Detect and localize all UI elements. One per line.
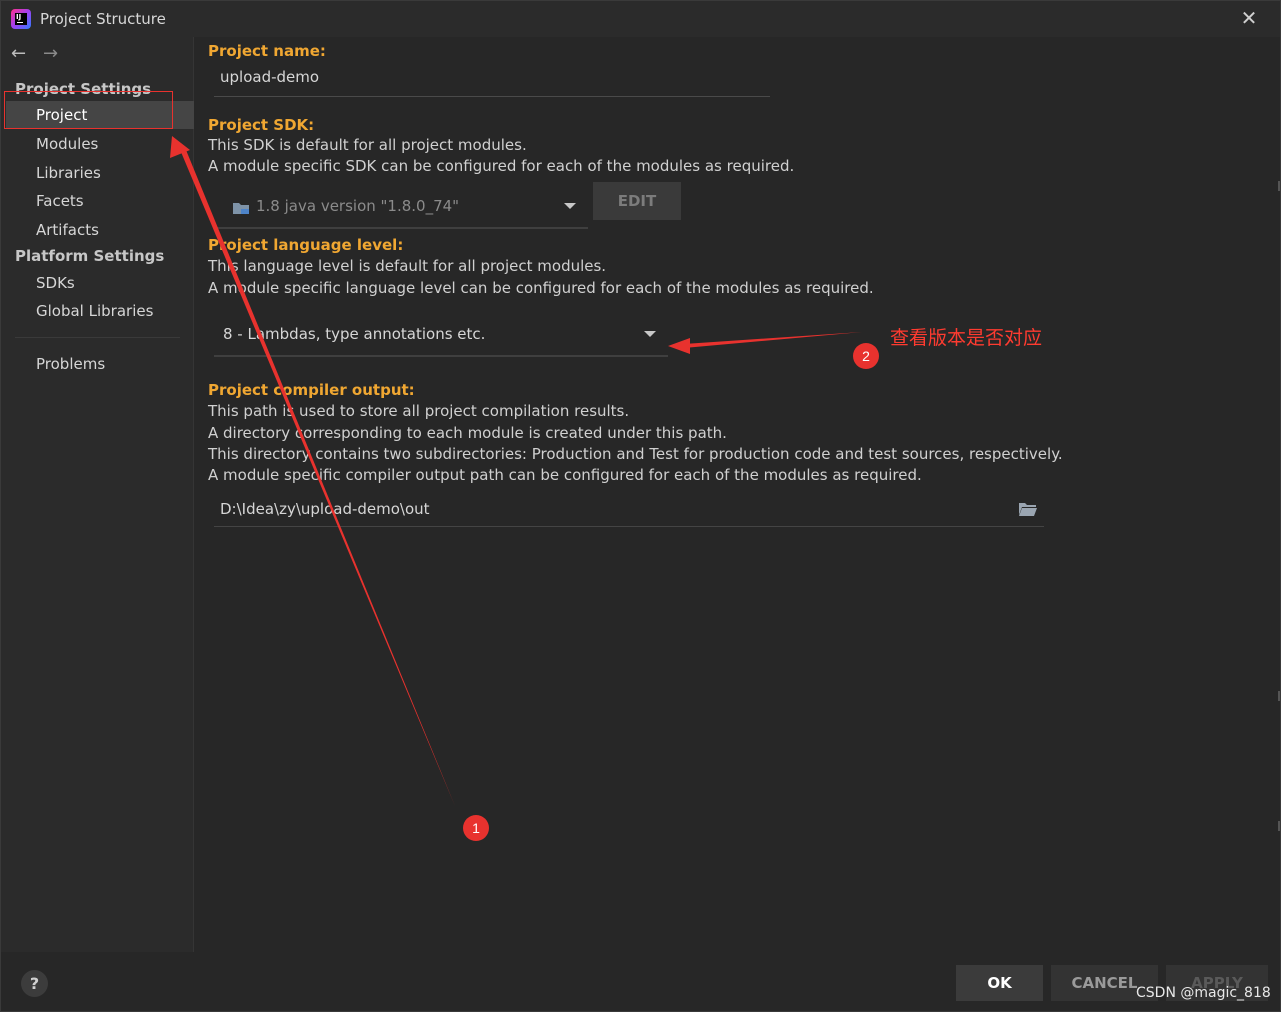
annotation-note: 查看版本是否对应	[890, 327, 1043, 349]
language-level-desc-1: This language level is default for all p…	[208, 257, 607, 275]
csdn-watermark: CSDN @magic_818	[1136, 985, 1271, 1001]
project-sdk-desc-1: This SDK is default for all project modu…	[208, 136, 527, 154]
forward-arrow-icon[interactable]: →	[43, 43, 65, 65]
sidebar-item-modules[interactable]: Modules	[6, 130, 194, 158]
chevron-down-icon	[644, 331, 656, 337]
ok-button[interactable]: OK	[956, 965, 1043, 1001]
language-level-value: 8 - Lambdas, type annotations etc.	[223, 325, 486, 343]
annotation-badge-2: 2	[853, 343, 879, 369]
project-sdk-desc-2: A module specific SDK can be configured …	[208, 157, 795, 175]
project-name-field[interactable]: upload-demo	[214, 61, 770, 97]
edit-sdk-button[interactable]: EDIT	[593, 182, 681, 220]
sidebar-item-facets[interactable]: Facets	[6, 187, 194, 215]
chevron-down-icon	[564, 203, 576, 209]
sdk-folder-icon	[233, 203, 249, 214]
sidebar-item-global-libraries[interactable]: Global Libraries	[6, 297, 194, 325]
language-level-desc-2: A module specific language level can be …	[208, 279, 874, 297]
compiler-output-desc-1: This path is used to store all project c…	[208, 402, 630, 420]
back-arrow-icon[interactable]: ←	[11, 43, 33, 65]
compiler-output-path-field[interactable]: D:\Idea\zy\upload-demo\out	[214, 493, 1044, 527]
project-settings-panel: Project name: upload-demo Project SDK: T…	[208, 37, 1268, 952]
annotation-badge-1: 1	[463, 815, 489, 841]
scroll-marker	[1278, 691, 1280, 701]
compiler-output-desc-3: This directory contains two subdirectori…	[208, 445, 1063, 463]
project-sdk-dropdown[interactable]: 1.8 java version "1.8.0_74"	[214, 185, 588, 229]
sidebar: ← → Project Settings Project Modules Lib…	[1, 37, 194, 952]
annotation-highlight-box	[4, 91, 173, 129]
sidebar-item-artifacts[interactable]: Artifacts	[6, 216, 194, 244]
project-sdk-value: 1.8 java version "1.8.0_74"	[256, 197, 460, 215]
sidebar-divider	[15, 337, 180, 338]
close-button[interactable]: ✕	[1238, 7, 1260, 29]
window-title: Project Structure	[40, 10, 166, 28]
title-bar: IJ Project Structure ✕	[1, 1, 1280, 37]
scroll-marker	[1278, 181, 1280, 191]
scroll-marker	[1278, 821, 1280, 831]
project-structure-dialog: IJ Project Structure ✕ ← → Project Setti…	[0, 0, 1281, 1012]
compiler-output-desc-4: A module specific compiler output path c…	[208, 466, 922, 484]
compiler-output-path: D:\Idea\zy\upload-demo\out	[220, 500, 430, 518]
project-sdk-label: Project SDK:	[208, 116, 315, 134]
compiler-output-desc-2: A directory corresponding to each module…	[208, 424, 727, 442]
platform-settings-header: Platform Settings	[15, 247, 165, 265]
sidebar-item-problems[interactable]: Problems	[6, 350, 194, 378]
folder-open-icon[interactable]	[1018, 501, 1038, 517]
project-name-label: Project name:	[208, 42, 326, 60]
sidebar-item-libraries[interactable]: Libraries	[6, 159, 194, 187]
language-level-label: Project language level:	[208, 236, 404, 254]
language-level-dropdown[interactable]: 8 - Lambdas, type annotations etc.	[214, 313, 668, 357]
compiler-output-label: Project compiler output:	[208, 381, 415, 399]
help-button[interactable]: ?	[21, 970, 48, 997]
intellij-logo-icon: IJ	[11, 9, 31, 29]
sidebar-item-sdks[interactable]: SDKs	[6, 269, 194, 297]
